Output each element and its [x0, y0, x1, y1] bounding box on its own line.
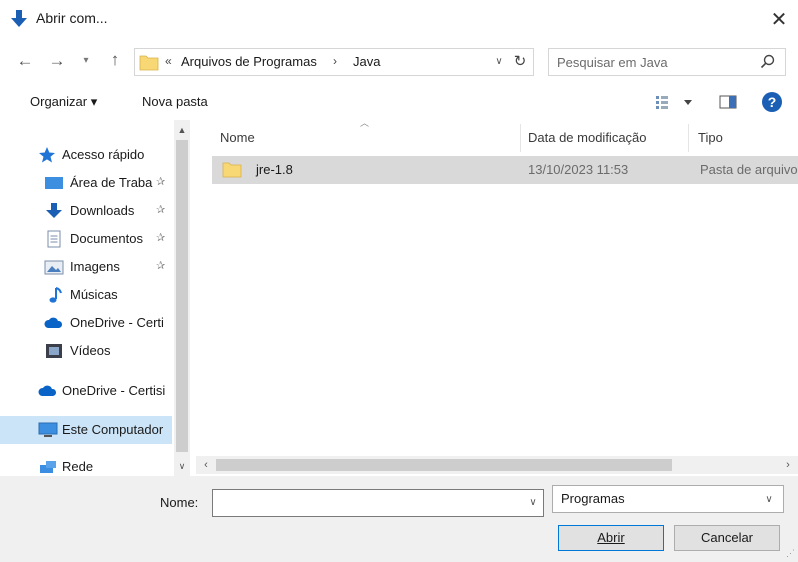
- pin-icon: ✰: [156, 232, 166, 244]
- sidebar-item-label: OneDrive - Certi: [70, 315, 164, 330]
- refresh-icon[interactable]: ↻: [511, 52, 529, 72]
- column-divider[interactable]: [688, 124, 689, 152]
- desktop-icon: [45, 177, 63, 189]
- preview-pane-icon[interactable]: [718, 93, 738, 111]
- filename-label: Nome:: [160, 495, 199, 510]
- horizontal-scrollbar-thumb[interactable]: [216, 459, 672, 471]
- scroll-left-icon[interactable]: ‹: [198, 457, 214, 473]
- column-divider[interactable]: [520, 124, 521, 152]
- images-icon: [44, 260, 64, 275]
- search-icon[interactable]: [759, 53, 777, 71]
- video-icon: [46, 344, 62, 358]
- resize-grip-icon[interactable]: ⋰: [786, 548, 795, 559]
- sidebar-item-label: Rede: [62, 459, 94, 474]
- sidebar-item-label: Documentos: [70, 231, 143, 246]
- sidebar-item-label: Downloads: [70, 203, 135, 218]
- search-box[interactable]: [548, 48, 786, 76]
- open-button[interactable]: Abrir: [558, 525, 664, 551]
- sidebar-item-label: Acesso rápido: [62, 147, 145, 162]
- column-header-type[interactable]: Tipo: [698, 130, 723, 145]
- window-title: Abrir com...: [36, 10, 108, 26]
- file-name: jre-1.8: [256, 162, 293, 177]
- table-row[interactable]: jre-1.8 13/10/2023 11:53 Pasta de arquiv…: [212, 156, 798, 184]
- breadcrumb-segment[interactable]: Arquivos de Programas: [181, 54, 317, 69]
- scroll-up-icon[interactable]: ▲: [174, 122, 190, 138]
- chevron-down-icon[interactable]: ∨: [525, 494, 541, 512]
- pin-icon: ✰: [156, 176, 166, 188]
- sidebar-item-images[interactable]: Imagens ✰: [0, 254, 172, 280]
- network-icon: [40, 461, 56, 473]
- chevron-down-icon[interactable]: ∨: [761, 491, 777, 509]
- nav-scrollbar-thumb[interactable]: [176, 140, 188, 452]
- sidebar-item-desktop[interactable]: Área de Traba ✰: [0, 170, 172, 196]
- sidebar-item-label: Imagens: [70, 259, 120, 274]
- scroll-right-icon[interactable]: ›: [780, 457, 796, 473]
- sidebar-item-onedrive-1[interactable]: OneDrive - Certi: [0, 310, 172, 336]
- open-button-label: Abrir: [597, 530, 625, 545]
- view-options-icon[interactable]: [654, 92, 696, 112]
- download-arrow-icon: [11, 10, 27, 27]
- sidebar-item-label: Este Computador: [62, 422, 164, 437]
- sidebar-item-music[interactable]: Músicas: [0, 282, 172, 308]
- sidebar-item-quick-access[interactable]: Acesso rápido: [0, 142, 172, 168]
- address-bar[interactable]: « Arquivos de Programas › Java ∨ ↻: [134, 48, 534, 76]
- download-icon: [46, 203, 62, 218]
- filename-input[interactable]: [217, 494, 517, 512]
- sidebar-item-label: Vídeos: [70, 343, 111, 358]
- sidebar-item-label: OneDrive - Certisi: [62, 383, 166, 398]
- dialog-footer: Nome: ∨ Programas ∨ Abrir Cancelar ⋰: [0, 476, 798, 562]
- breadcrumb-overflow[interactable]: «: [165, 54, 172, 68]
- computer-icon: [38, 422, 58, 437]
- sidebar-item-documents[interactable]: Documentos ✰: [0, 226, 172, 252]
- music-icon: [49, 287, 62, 303]
- sidebar-item-onedrive-2[interactable]: OneDrive - Certisi: [0, 378, 172, 404]
- sidebar-item-downloads[interactable]: Downloads ✰: [0, 198, 172, 224]
- sidebar-item-label: Área de Traba: [70, 175, 153, 190]
- breadcrumb-separator[interactable]: ›: [333, 54, 337, 68]
- filename-combobox[interactable]: ∨: [212, 489, 544, 517]
- help-icon[interactable]: ?: [762, 92, 782, 112]
- chevron-down-icon[interactable]: ∨: [491, 53, 507, 71]
- sort-ascending-icon: ︿: [360, 118, 370, 128]
- pin-icon: ✰: [156, 260, 166, 272]
- search-input[interactable]: [557, 53, 747, 71]
- cancel-button[interactable]: Cancelar: [674, 525, 780, 551]
- folder-icon: [139, 55, 159, 71]
- cloud-icon: [44, 317, 63, 328]
- folder-icon: [222, 162, 242, 178]
- new-folder-button[interactable]: Nova pasta: [142, 94, 208, 109]
- column-header-date[interactable]: Data de modificação: [528, 130, 647, 145]
- recent-locations-chevron-icon[interactable]: ▾: [78, 50, 94, 72]
- scroll-down-icon[interactable]: ∨: [174, 458, 190, 474]
- sidebar-item-videos[interactable]: Vídeos: [0, 338, 172, 364]
- sidebar-item-this-pc[interactable]: Este Computador: [0, 416, 172, 444]
- document-icon: [47, 230, 61, 248]
- file-type-value: Programas: [561, 491, 625, 506]
- up-arrow-icon[interactable]: ↑: [104, 49, 126, 71]
- star-icon: [39, 147, 55, 163]
- breadcrumb-segment[interactable]: Java: [353, 54, 380, 69]
- pin-icon: ✰: [156, 204, 166, 216]
- sidebar-item-label: Músicas: [70, 287, 118, 302]
- file-date: 13/10/2023 11:53: [528, 162, 629, 177]
- cloud-icon: [38, 385, 57, 396]
- close-button[interactable]: ✕: [764, 6, 794, 34]
- navigation-pane: Acesso rápido Área de Traba ✰ Downloads …: [0, 120, 190, 478]
- column-header-name[interactable]: Nome: [220, 130, 255, 145]
- file-type-select[interactable]: Programas ∨: [552, 485, 784, 513]
- title-bar: Abrir com... ✕: [0, 0, 798, 40]
- forward-arrow-icon[interactable]: →: [46, 50, 68, 72]
- back-arrow-icon[interactable]: ←: [14, 50, 36, 72]
- organize-button[interactable]: Organizar ▾: [30, 94, 97, 110]
- file-type: Pasta de arquivo: [700, 162, 798, 177]
- toolbar: Organizar ▾ Nova pasta ?: [0, 86, 798, 118]
